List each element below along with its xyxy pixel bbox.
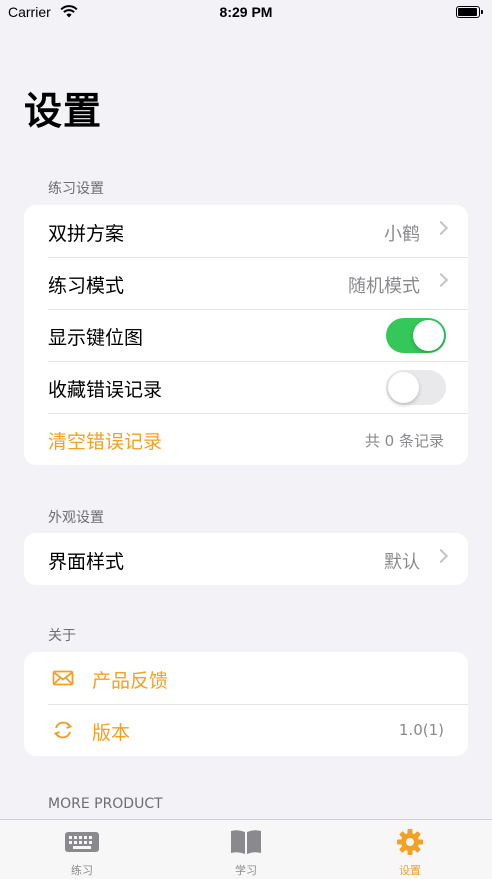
practice-mode-value: 随机模式 <box>348 276 420 297</box>
page-title: 设置 <box>24 89 103 133</box>
shuangpin-scheme-row[interactable]: 双拼方案 小鹤 <box>24 205 468 257</box>
tab-practice-label: 练习 <box>71 864 93 877</box>
refresh-icon <box>53 721 73 739</box>
book-icon <box>231 830 261 854</box>
version-row[interactable]: 版本 1.0(1) <box>24 704 468 756</box>
tab-study[interactable]: 学习 <box>164 820 328 879</box>
error-record-count: 共 0 条记录 <box>364 432 444 450</box>
favorite-errors-row: 收藏错误记录 <box>24 361 468 413</box>
ui-style-value: 默认 <box>384 552 420 573</box>
section-header-more-product: MORE PRODUCT <box>48 796 163 812</box>
clear-errors-row[interactable]: 清空错误记录 共 0 条记录 <box>24 413 468 465</box>
version-label: 版本 <box>92 722 131 744</box>
chevron-right-icon <box>433 548 449 564</box>
practice-mode-row[interactable]: 练习模式 随机模式 <box>24 257 468 309</box>
tab-bar: 练习 学习 设置 <box>0 819 492 879</box>
appearance-card: 界面样式 默认 <box>24 533 468 585</box>
clock: 8:29 PM <box>219 4 273 20</box>
chevron-right-icon <box>433 272 449 288</box>
shuangpin-scheme-value: 小鹤 <box>384 224 420 245</box>
tab-settings[interactable]: 设置 <box>328 820 492 879</box>
section-header-about: 关于 <box>48 628 76 644</box>
shuangpin-scheme-label: 双拼方案 <box>48 223 125 245</box>
favorite-errors-toggle[interactable] <box>386 370 446 405</box>
status-bar: Carrier 8:29 PM <box>0 0 492 26</box>
section-header-appearance: 外观设置 <box>48 510 104 526</box>
mail-icon <box>52 670 74 686</box>
battery-icon <box>456 6 483 18</box>
gear-icon <box>397 829 423 855</box>
version-value: 1.0(1) <box>398 721 444 739</box>
section-header-practice: 练习设置 <box>48 181 104 197</box>
show-keymap-toggle[interactable] <box>386 318 446 353</box>
ui-style-row[interactable]: 界面样式 默认 <box>24 533 468 585</box>
practice-mode-label: 练习模式 <box>48 275 125 297</box>
clear-errors-button[interactable]: 清空错误记录 <box>48 427 162 454</box>
show-keymap-row: 显示键位图 <box>24 309 468 361</box>
show-keymap-label: 显示键位图 <box>48 327 144 349</box>
keyboard-icon <box>65 832 99 852</box>
practice-settings-card: 双拼方案 小鹤 练习模式 随机模式 显示键位图 收藏错误记录 清空错误记录 共 … <box>24 205 468 465</box>
tab-study-label: 学习 <box>235 864 257 877</box>
favorite-errors-label: 收藏错误记录 <box>48 379 163 401</box>
ui-style-label: 界面样式 <box>48 551 125 573</box>
feedback-row[interactable]: 产品反馈 <box>24 652 468 704</box>
chevron-right-icon <box>433 220 449 236</box>
tab-settings-label: 设置 <box>399 864 421 877</box>
tab-practice[interactable]: 练习 <box>0 820 164 879</box>
about-card: 产品反馈 版本 1.0(1) <box>24 652 468 756</box>
feedback-label: 产品反馈 <box>92 670 169 692</box>
